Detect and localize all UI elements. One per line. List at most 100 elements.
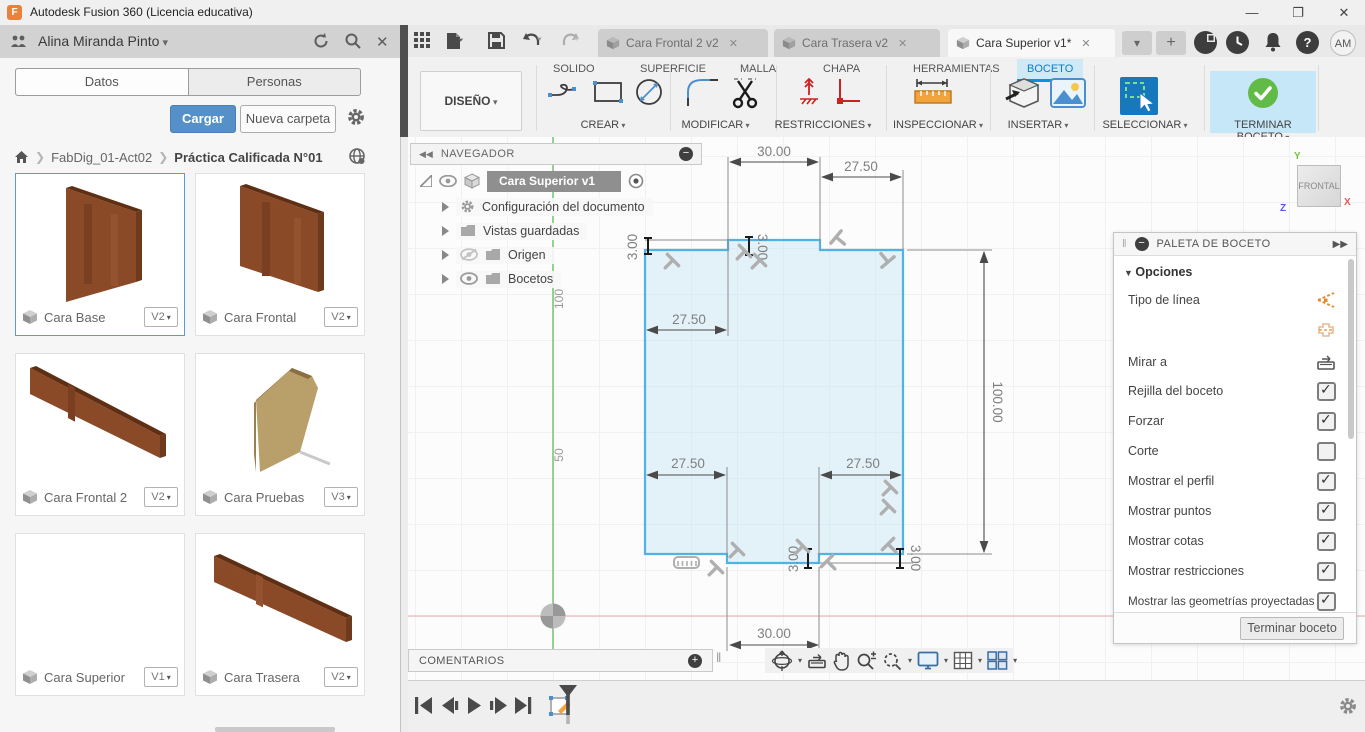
- expand-arrow-icon[interactable]: [442, 226, 449, 236]
- grid-dropdown-caret[interactable]: ▾: [978, 656, 982, 665]
- pan-hand-icon[interactable]: [832, 651, 851, 671]
- project-card[interactable]: Cara Superior V1: [15, 533, 185, 696]
- tab-datos[interactable]: Datos: [16, 69, 189, 95]
- ribbon-tab-chapa[interactable]: CHAPA: [813, 59, 870, 79]
- ribbon-tab-solido[interactable]: SOLIDO: [543, 59, 605, 79]
- ribbon-tab-herramientas[interactable]: HERRAMIENTAS: [903, 59, 1010, 79]
- browser-item-origin[interactable]: Origen: [442, 245, 554, 265]
- projected-geometry-icon[interactable]: [1316, 321, 1336, 339]
- breadcrumb-root[interactable]: FabDig_01-Act02: [51, 150, 152, 165]
- view-cube[interactable]: FRONTAL: [1297, 165, 1341, 207]
- close-button[interactable]: ✕: [1329, 3, 1359, 22]
- dock-palette-icon[interactable]: ▶▶: [1333, 239, 1348, 250]
- notifications-bell-icon[interactable]: [1262, 31, 1284, 53]
- tab-personas[interactable]: Personas: [189, 69, 361, 95]
- collapse-browser-icon[interactable]: ◀◀: [419, 149, 433, 160]
- checkbox[interactable]: [1317, 592, 1336, 611]
- checkbox[interactable]: [1317, 382, 1336, 401]
- hide-browser-icon[interactable]: −: [679, 147, 693, 161]
- select-tool-icon[interactable]: [1120, 77, 1158, 115]
- version-dropdown[interactable]: V2: [324, 307, 358, 327]
- new-document-button[interactable]: +: [1156, 31, 1186, 55]
- viewports-icon[interactable]: [987, 651, 1008, 670]
- checkbox[interactable]: [1317, 442, 1336, 461]
- file-menu-icon[interactable]: [446, 32, 470, 50]
- settings-gear-icon[interactable]: [346, 107, 366, 127]
- checkbox[interactable]: [1317, 562, 1336, 581]
- ribbon-tab-superficie[interactable]: SUPERFICIE: [630, 59, 716, 79]
- fillet-tool-icon[interactable]: [686, 78, 720, 108]
- insert-image-icon[interactable]: [1050, 78, 1086, 108]
- origin-point[interactable]: [541, 604, 566, 629]
- checkbox[interactable]: [1317, 532, 1336, 551]
- browser-root-label[interactable]: Cara Superior v1: [487, 171, 621, 192]
- project-card[interactable]: Cara Frontal V2: [195, 173, 365, 336]
- checkbox[interactable]: [1317, 502, 1336, 521]
- document-tab-active[interactable]: Cara Superior v1* ✕: [948, 29, 1115, 57]
- horizontal-scrollbar[interactable]: [215, 727, 335, 732]
- document-tab[interactable]: Cara Trasera v2 ✕: [774, 29, 940, 57]
- add-comment-icon[interactable]: +: [688, 654, 702, 668]
- ribbon-tab-malla[interactable]: MALLA: [730, 59, 786, 79]
- comments-resize-handle[interactable]: ‖: [716, 650, 721, 665]
- zoom-icon[interactable]: [856, 651, 877, 671]
- zoom-dropdown-caret[interactable]: ▾: [908, 656, 912, 665]
- browser-header[interactable]: ◀◀ NAVEGADOR −: [410, 143, 702, 165]
- orbit-icon[interactable]: [771, 650, 793, 672]
- group-select-label[interactable]: SELECCIONAR: [1090, 119, 1200, 131]
- new-folder-button[interactable]: Nueva carpeta: [240, 105, 336, 133]
- perpendicular-constraint-icon[interactable]: [832, 77, 862, 109]
- expand-arrow-icon[interactable]: [442, 250, 449, 260]
- checkbox[interactable]: [1317, 472, 1336, 491]
- look-at-icon[interactable]: [1316, 354, 1336, 371]
- close-tab-icon[interactable]: ✕: [1081, 37, 1090, 50]
- group-create-label[interactable]: CREAR: [548, 119, 658, 131]
- grid-settings-icon[interactable]: [953, 651, 973, 670]
- project-card[interactable]: Cara Pruebas V3: [195, 353, 365, 516]
- refresh-icon[interactable]: [312, 32, 330, 50]
- group-modify-label[interactable]: MODIFICAR: [668, 119, 763, 131]
- visibility-eye-icon[interactable]: [439, 175, 457, 187]
- insert-derive-icon[interactable]: [1004, 77, 1040, 109]
- checkbox[interactable]: [1317, 412, 1336, 431]
- timeline-go-end-button[interactable]: [514, 697, 532, 714]
- timeline-go-start-button[interactable]: [415, 697, 433, 714]
- account-avatar[interactable]: AM: [1330, 30, 1356, 56]
- globe-icon[interactable]: [348, 147, 366, 165]
- project-card[interactable]: Cara Trasera V2: [195, 533, 365, 696]
- expand-arrow-icon[interactable]: [442, 202, 449, 212]
- tab-list-dropdown[interactable]: ▾: [1122, 31, 1152, 55]
- timeline-marker[interactable]: [558, 685, 578, 725]
- expand-arrow-icon[interactable]: [442, 274, 449, 284]
- finish-sketch-button[interactable]: Terminar boceto: [1240, 617, 1344, 640]
- close-tab-icon[interactable]: ✕: [729, 37, 738, 50]
- group-insert-label[interactable]: INSERTAR: [988, 119, 1088, 131]
- search-icon[interactable]: [344, 32, 362, 50]
- activate-component-icon[interactable]: [628, 173, 644, 189]
- display-dropdown-caret[interactable]: ▾: [944, 656, 948, 665]
- document-tab[interactable]: Cara Frontal 2 v2 ✕: [598, 29, 768, 57]
- minimize-button[interactable]: —: [1237, 3, 1267, 22]
- timeline-step-back-button[interactable]: [441, 697, 459, 714]
- upload-button[interactable]: Cargar: [170, 105, 236, 133]
- undo-icon[interactable]: [522, 32, 548, 49]
- browser-root-row[interactable]: Cara Superior v1: [420, 171, 644, 191]
- redo-icon[interactable]: [558, 32, 584, 49]
- browser-item-sketches[interactable]: Bocetos: [442, 269, 561, 289]
- construction-line-icon[interactable]: [1316, 291, 1336, 309]
- version-dropdown[interactable]: V3: [324, 487, 358, 507]
- measure-ruler-icon[interactable]: [913, 77, 955, 107]
- extensions-icon[interactable]: [1194, 31, 1217, 54]
- look-at-icon[interactable]: [807, 652, 827, 670]
- version-dropdown[interactable]: V2: [144, 307, 178, 327]
- app-grid-icon[interactable]: [414, 32, 431, 49]
- project-card[interactable]: Cara Base V2: [15, 173, 185, 336]
- home-icon[interactable]: [14, 150, 29, 164]
- sketch-profile[interactable]: [645, 240, 903, 563]
- palette-scrollbar[interactable]: [1348, 259, 1354, 439]
- version-dropdown[interactable]: V2: [324, 667, 358, 687]
- timeline-gear-icon[interactable]: [1338, 696, 1358, 716]
- browser-item-named-views[interactable]: Vistas guardadas: [442, 221, 587, 241]
- group-inspect-label[interactable]: INSPECCIONAR: [888, 119, 988, 131]
- palette-section-options[interactable]: Opciones: [1124, 265, 1192, 279]
